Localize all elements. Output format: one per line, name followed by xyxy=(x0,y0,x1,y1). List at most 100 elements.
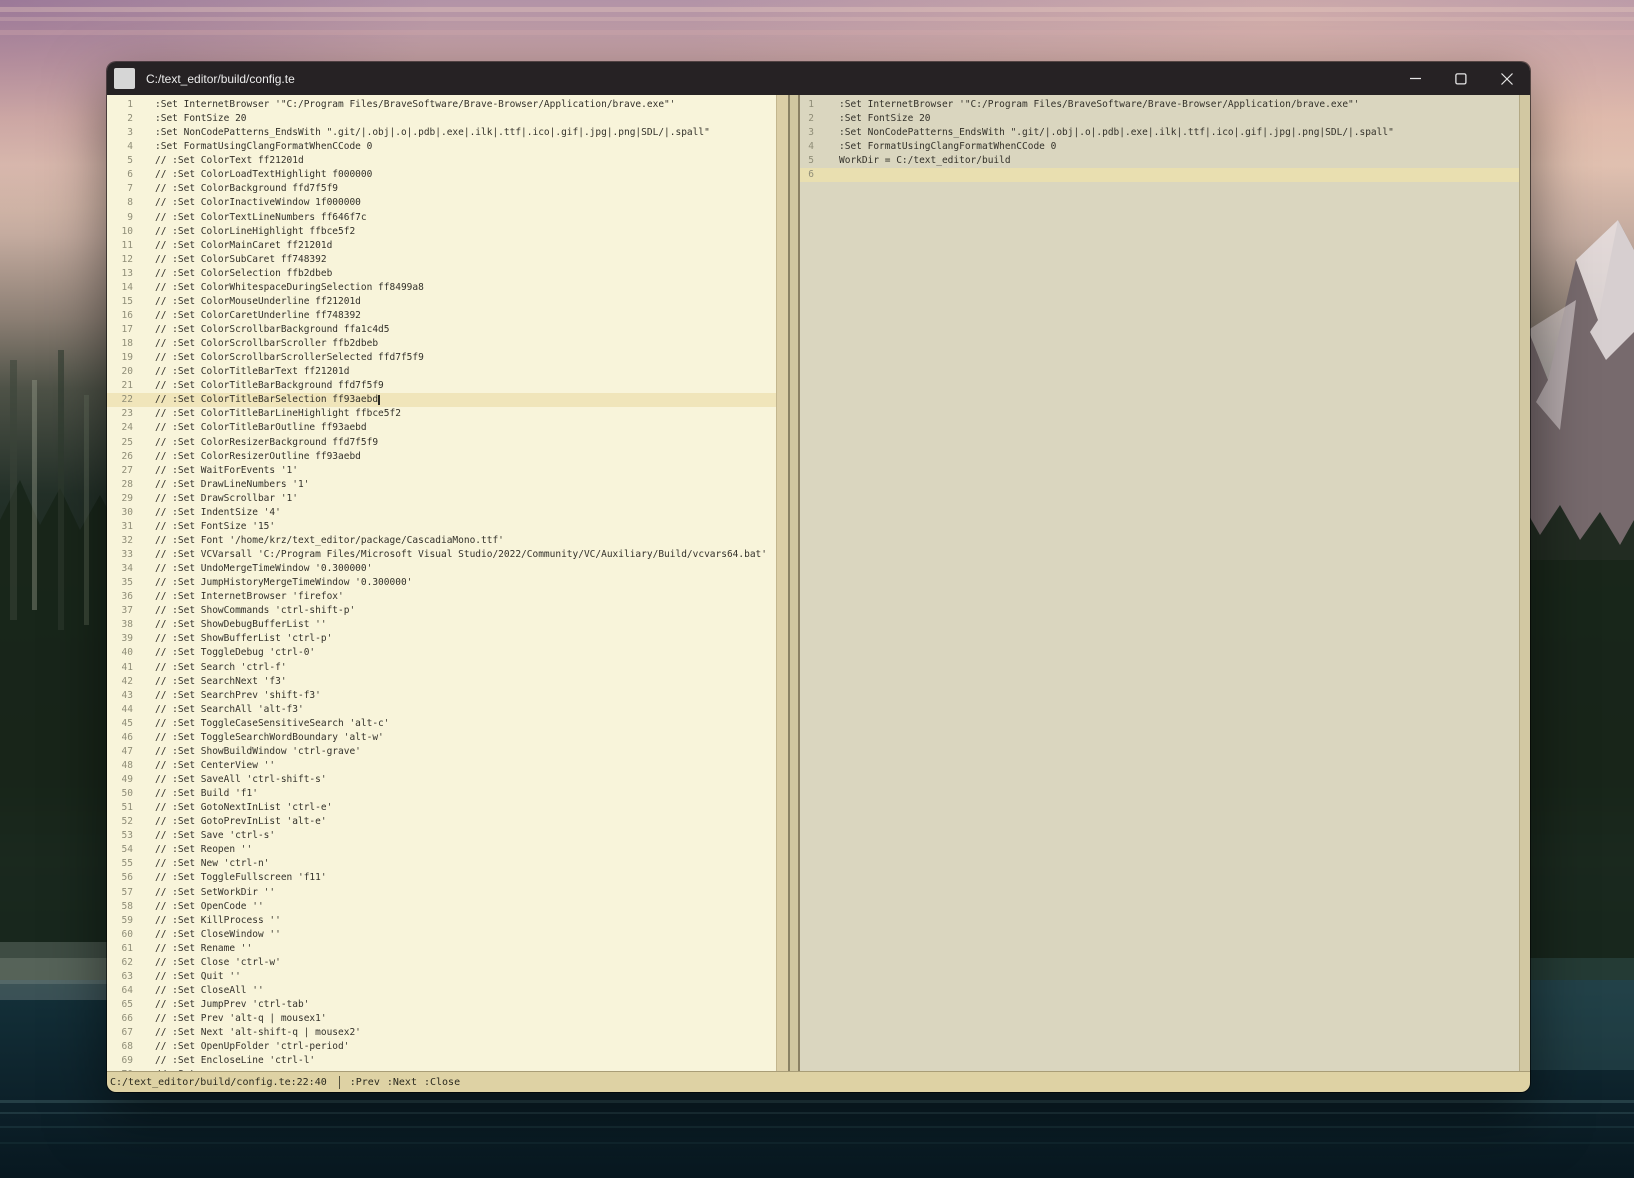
right-pane-scrollbar[interactable] xyxy=(1519,95,1530,1071)
code-line[interactable]: 12// :Set ColorSubCaret ff748392 xyxy=(107,253,788,267)
code-line[interactable]: 35// :Set JumpHistoryMergeTimeWindow '0.… xyxy=(107,576,788,590)
code-line[interactable]: 19// :Set ColorScrollbarScrollerSelected… xyxy=(107,351,788,365)
code-line[interactable]: 34// :Set UndoMergeTimeWindow '0.300000' xyxy=(107,562,788,576)
code-line[interactable]: 43// :Set SearchPrev 'shift-f3' xyxy=(107,689,788,703)
status-action-next[interactable]: :Next xyxy=(387,1077,417,1088)
code-line[interactable]: 30// :Set IndentSize '4' xyxy=(107,506,788,520)
code-line[interactable]: 2:Set FontSize 20 xyxy=(800,112,1530,126)
editor-pane-left[interactable]: 1:Set InternetBrowser '"C:/Program Files… xyxy=(107,95,788,1071)
code-line[interactable]: 24// :Set ColorTitleBarOutline ff93aebd xyxy=(107,421,788,435)
editor-pane-right[interactable]: 1:Set InternetBrowser '"C:/Program Files… xyxy=(800,95,1530,1071)
line-number: 4 xyxy=(107,140,133,154)
code-line[interactable]: 17// :Set ColorScrollbarBackground ffa1c… xyxy=(107,323,788,337)
code-line[interactable]: 3:Set NonCodePatterns_EndsWith ".git/|.o… xyxy=(800,126,1530,140)
code-line[interactable]: 23// :Set ColorTitleBarLineHighlight ffb… xyxy=(107,407,788,421)
code-line[interactable]: 27// :Set WaitForEvents '1' xyxy=(107,464,788,478)
code-line[interactable]: 46// :Set ToggleSearchWordBoundary 'alt-… xyxy=(107,731,788,745)
left-pane-scrollbar[interactable] xyxy=(776,95,788,1071)
code-line[interactable]: 50// :Set Build 'f1' xyxy=(107,787,788,801)
code-line[interactable]: 58// :Set OpenCode '' xyxy=(107,900,788,914)
code-line[interactable]: 25// :Set ColorResizerBackground ffd7f5f… xyxy=(107,436,788,450)
code-line[interactable]: 16// :Set ColorCaretUnderline ff748392 xyxy=(107,309,788,323)
code-line[interactable]: 4:Set FormatUsingClangFormatWhenCCode 0 xyxy=(800,140,1530,154)
code-line[interactable]: 63// :Set Quit '' xyxy=(107,970,788,984)
code-line[interactable]: 55// :Set New 'ctrl-n' xyxy=(107,857,788,871)
code-line[interactable]: 44// :Set SearchAll 'alt-f3' xyxy=(107,703,788,717)
line-text: // :Set ColorTitleBarText ff21201d xyxy=(133,365,349,379)
code-line[interactable]: 31// :Set FontSize '15' xyxy=(107,520,788,534)
code-line[interactable]: 57// :Set SetWorkDir '' xyxy=(107,886,788,900)
code-line[interactable]: 8// :Set ColorInactiveWindow 1f000000 xyxy=(107,196,788,210)
code-line[interactable]: 33// :Set VCVarsall 'C:/Program Files/Mi… xyxy=(107,548,788,562)
code-line[interactable]: 54// :Set Reopen '' xyxy=(107,843,788,857)
code-line[interactable]: 4:Set FormatUsingClangFormatWhenCCode 0 xyxy=(107,140,788,154)
code-line[interactable]: 47// :Set ShowBuildWindow 'ctrl-grave' xyxy=(107,745,788,759)
code-line[interactable]: 1:Set InternetBrowser '"C:/Program Files… xyxy=(107,98,788,112)
window-title: C:/text_editor/build/config.te xyxy=(146,72,295,86)
code-line[interactable]: 40// :Set ToggleDebug 'ctrl-0' xyxy=(107,646,788,660)
code-line[interactable]: 45// :Set ToggleCaseSensitiveSearch 'alt… xyxy=(107,717,788,731)
code-line[interactable]: 14// :Set ColorWhitespaceDuringSelection… xyxy=(107,281,788,295)
title-bar[interactable]: C:/text_editor/build/config.te xyxy=(107,62,1530,95)
code-line[interactable]: 29// :Set DrawScrollbar '1' xyxy=(107,492,788,506)
status-action-close[interactable]: :Close xyxy=(424,1077,460,1088)
code-line[interactable]: 49// :Set SaveAll 'ctrl-shift-s' xyxy=(107,773,788,787)
code-line[interactable]: 69// :Set EncloseLine 'ctrl-l' xyxy=(107,1054,788,1068)
code-line[interactable]: 6 xyxy=(800,168,1530,182)
status-separator xyxy=(339,1076,340,1089)
close-button[interactable] xyxy=(1484,62,1530,95)
minimize-icon xyxy=(1410,73,1421,84)
code-line[interactable]: 11// :Set ColorMainCaret ff21201d xyxy=(107,239,788,253)
code-line[interactable]: 2:Set FontSize 20 xyxy=(107,112,788,126)
line-text: // :Set ColorTitleBarLineHighlight ffbce… xyxy=(133,407,401,421)
minimize-button[interactable] xyxy=(1392,62,1438,95)
code-line[interactable]: 9// :Set ColorTextLineNumbers ff646f7c xyxy=(107,211,788,225)
code-line[interactable]: 38// :Set ShowDebugBufferList '' xyxy=(107,618,788,632)
code-line[interactable]: 52// :Set GotoPrevInList 'alt-e' xyxy=(107,815,788,829)
code-line[interactable]: 59// :Set KillProcess '' xyxy=(107,914,788,928)
line-text: // :Set KillProcess '' xyxy=(133,914,281,928)
code-line[interactable]: 67// :Set Next 'alt-shift-q | mousex2' xyxy=(107,1026,788,1040)
code-line[interactable]: 41// :Set Search 'ctrl-f' xyxy=(107,661,788,675)
code-line[interactable]: 62// :Set Close 'ctrl-w' xyxy=(107,956,788,970)
code-line[interactable]: 60// :Set CloseWindow '' xyxy=(107,928,788,942)
code-line[interactable]: 20// :Set ColorTitleBarText ff21201d xyxy=(107,365,788,379)
status-action-prev[interactable]: :Prev xyxy=(350,1077,380,1088)
code-line[interactable]: 18// :Set ColorScrollbarScroller ffb2dbe… xyxy=(107,337,788,351)
code-line[interactable]: 64// :Set CloseAll '' xyxy=(107,984,788,998)
line-number: 18 xyxy=(107,337,133,351)
maximize-button[interactable] xyxy=(1438,62,1484,95)
code-line[interactable]: 51// :Set GotoNextInList 'ctrl-e' xyxy=(107,801,788,815)
line-number: 54 xyxy=(107,843,133,857)
code-line[interactable]: 26// :Set ColorResizerOutline ff93aebd xyxy=(107,450,788,464)
code-line[interactable]: 15// :Set ColorMouseUnderline ff21201d xyxy=(107,295,788,309)
code-line[interactable]: 39// :Set ShowBufferList 'ctrl-p' xyxy=(107,632,788,646)
line-number: 48 xyxy=(107,759,133,773)
code-line[interactable]: 36// :Set InternetBrowser 'firefox' xyxy=(107,590,788,604)
code-line[interactable]: 32// :Set Font '/home/krz/text_editor/pa… xyxy=(107,534,788,548)
line-number: 55 xyxy=(107,857,133,871)
code-line[interactable]: 6// :Set ColorLoadTextHighlight f000000 xyxy=(107,168,788,182)
code-line[interactable]: 42// :Set SearchNext 'f3' xyxy=(107,675,788,689)
code-line[interactable]: 7// :Set ColorBackground ffd7f5f9 xyxy=(107,182,788,196)
code-line[interactable]: 5// :Set ColorText ff21201d xyxy=(107,154,788,168)
code-line[interactable]: 22// :Set ColorTitleBarSelection ff93aeb… xyxy=(107,393,788,407)
code-line[interactable]: 48// :Set CenterView '' xyxy=(107,759,788,773)
code-line[interactable]: 13// :Set ColorSelection ffb2dbeb xyxy=(107,267,788,281)
line-number: 23 xyxy=(107,407,133,421)
code-line[interactable]: 68// :Set OpenUpFolder 'ctrl-period' xyxy=(107,1040,788,1054)
line-text: // :Set ShowBuildWindow 'ctrl-grave' xyxy=(133,745,361,759)
code-line[interactable]: 37// :Set ShowCommands 'ctrl-shift-p' xyxy=(107,604,788,618)
code-line[interactable]: 53// :Set Save 'ctrl-s' xyxy=(107,829,788,843)
code-line[interactable]: 5WorkDir = C:/text_editor/build xyxy=(800,154,1530,168)
pane-splitter[interactable] xyxy=(788,95,800,1071)
code-line[interactable]: 28// :Set DrawLineNumbers '1' xyxy=(107,478,788,492)
code-line[interactable]: 21// :Set ColorTitleBarBackground ffd7f5… xyxy=(107,379,788,393)
code-line[interactable]: 65// :Set JumpPrev 'ctrl-tab' xyxy=(107,998,788,1012)
code-line[interactable]: 66// :Set Prev 'alt-q | mousex1' xyxy=(107,1012,788,1026)
code-line[interactable]: 10// :Set ColorLineHighlight ffbce5f2 xyxy=(107,225,788,239)
code-line[interactable]: 3:Set NonCodePatterns_EndsWith ".git/|.o… xyxy=(107,126,788,140)
code-line[interactable]: 56// :Set ToggleFullscreen 'f11' xyxy=(107,871,788,885)
code-line[interactable]: 1:Set InternetBrowser '"C:/Program Files… xyxy=(800,98,1530,112)
code-line[interactable]: 61// :Set Rename '' xyxy=(107,942,788,956)
